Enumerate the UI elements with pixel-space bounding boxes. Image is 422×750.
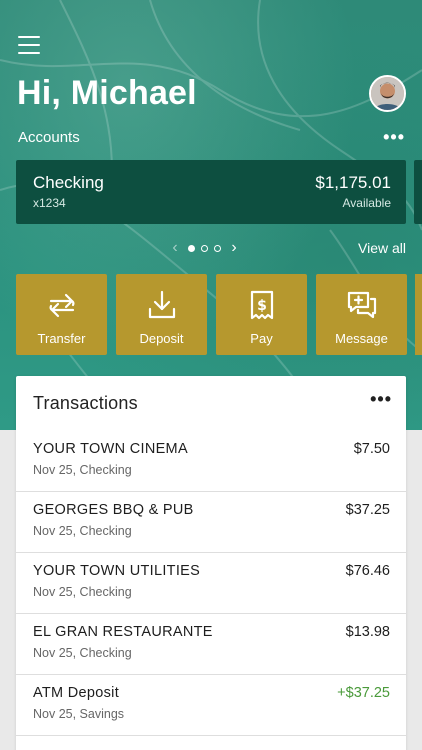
hamburger-icon-line [18, 44, 40, 46]
account-name: Checking [33, 173, 104, 192]
transaction-row[interactable]: YOUR TOWN UTILITIES Nov 25, Checking $76… [16, 553, 406, 614]
pay-label: Pay [250, 331, 273, 346]
accounts-more-button[interactable]: ••• [383, 127, 405, 148]
transaction-merchant: YOUR TOWN CINEMA [33, 441, 188, 457]
next-action-button[interactable] [415, 274, 422, 355]
svg-text:$: $ [257, 298, 267, 314]
page-dot[interactable] [201, 244, 208, 252]
message-label: Message [335, 331, 388, 346]
message-button[interactable]: Message [316, 274, 407, 355]
transaction-amount: $76.46 [345, 563, 390, 579]
account-carousel-pager: ‹ › [168, 238, 241, 258]
next-account-card[interactable] [414, 160, 422, 224]
hamburger-icon-line [18, 36, 40, 38]
transaction-amount: $37.25 [345, 502, 390, 518]
accounts-label: Accounts [18, 129, 80, 146]
account-number: x1234 [33, 196, 66, 210]
hamburger-icon-line [18, 52, 40, 54]
greeting-title: Hi, Michael [17, 74, 197, 112]
pay-button[interactable]: $ Pay [216, 274, 307, 355]
transaction-detail: Nov 25, Checking [33, 585, 132, 599]
deposit-label: Deposit [139, 331, 184, 346]
message-icon [347, 291, 376, 319]
pay-icon: $ [250, 290, 273, 320]
page-dot-active[interactable] [188, 244, 195, 252]
transaction-amount: $13.98 [345, 624, 390, 640]
transaction-row[interactable]: GEORGES BBQ & PUB Nov 25, Checking $37.2… [16, 492, 406, 553]
transaction-detail: Nov 25, Checking [33, 463, 132, 477]
transaction-amount: +$37.25 [337, 685, 390, 701]
transfer-icon [49, 293, 74, 318]
header-background: Hi, Michael Accounts ••• Checking x1234 … [0, 0, 422, 430]
account-balance: $1,175.01 [315, 173, 391, 192]
deposit-icon [148, 290, 175, 319]
view-all-link[interactable]: View all [358, 240, 406, 256]
menu-button[interactable] [18, 36, 40, 54]
transaction-merchant: EL GRAN RESTAURANTE [33, 624, 213, 640]
transaction-row[interactable]: YOUR TOWN CINEMA Nov 25, Checking $7.50 [16, 431, 406, 492]
deposit-button[interactable]: Deposit [116, 274, 207, 355]
user-photo-icon [371, 77, 404, 110]
transaction-row[interactable]: EL GRAN RESTAURANTE Nov 25, Checking $13… [16, 614, 406, 675]
transaction-merchant: ATM Deposit [33, 685, 120, 701]
chevron-left-icon[interactable]: ‹ [168, 239, 182, 257]
transactions-title: Transactions [33, 393, 138, 413]
transaction-merchant: YOUR TOWN UTILITIES [33, 563, 201, 579]
transactions-list: YOUR TOWN CINEMA Nov 25, Checking $7.50 … [16, 431, 406, 736]
transaction-detail: Nov 25, Checking [33, 524, 132, 538]
transactions-more-button[interactable]: ••• [370, 389, 392, 410]
transaction-detail: Nov 25, Savings [33, 707, 125, 721]
quick-actions: Transfer Deposit $ Pay Message [16, 274, 407, 355]
transaction-amount: $7.50 [353, 441, 390, 457]
chevron-right-icon[interactable]: › [227, 239, 241, 257]
account-card-checking[interactable]: Checking x1234 $1,175.01 Available [16, 160, 406, 224]
transaction-row[interactable]: ATM Deposit Nov 25, Savings +$37.25 [16, 675, 406, 736]
transactions-panel: Transactions ••• YOUR TOWN CINEMA Nov 25… [16, 376, 406, 750]
transfer-button[interactable]: Transfer [16, 274, 107, 355]
balance-label: Available [342, 196, 391, 210]
transaction-detail: Nov 25, Checking [33, 646, 132, 660]
transfer-label: Transfer [37, 331, 86, 346]
avatar[interactable] [369, 75, 406, 112]
page-dot[interactable] [214, 244, 221, 252]
transaction-merchant: GEORGES BBQ & PUB [33, 502, 194, 518]
